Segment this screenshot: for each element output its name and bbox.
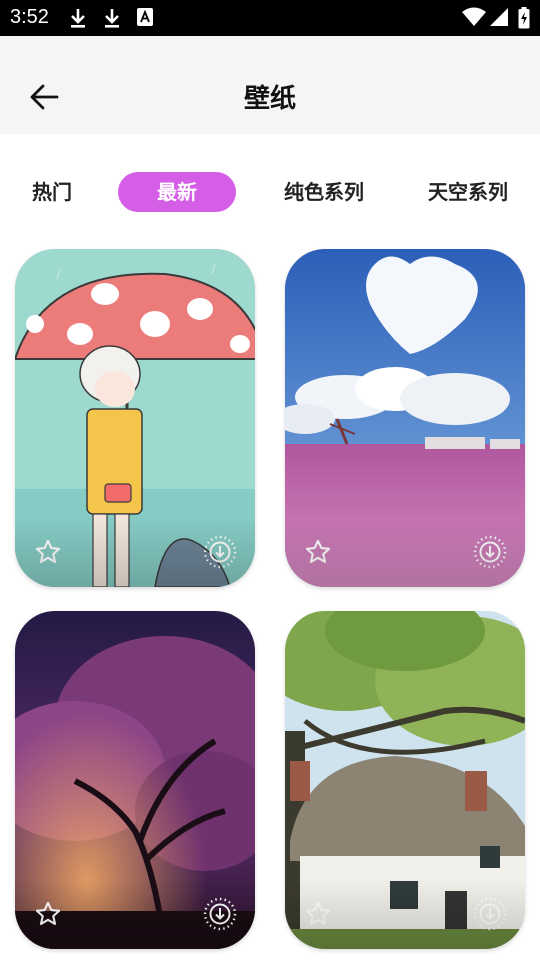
apply-wallpaper-button[interactable] [203, 897, 237, 931]
tab-solid-colors[interactable]: 纯色系列 [272, 172, 376, 212]
status-bar: 3:52 [0, 0, 540, 36]
wallpaper-card[interactable] [15, 249, 255, 587]
wallpaper-card[interactable] [285, 611, 525, 949]
tab-sky[interactable]: 天空系列 [416, 172, 520, 212]
apply-wallpaper-button[interactable] [203, 535, 237, 569]
star-outline-icon [35, 539, 61, 563]
star-outline-icon [305, 901, 331, 925]
page-title: 壁纸 [243, 84, 296, 114]
apply-wallpaper-icon [203, 535, 237, 569]
tab-latest[interactable]: 最新 [118, 172, 236, 212]
status-time: 3:52 [10, 6, 49, 28]
battery-charging-icon [518, 7, 530, 33]
apply-wallpaper-icon [203, 897, 237, 931]
star-outline-icon [305, 539, 331, 563]
favorite-button[interactable] [301, 535, 335, 569]
font-a-icon [136, 7, 154, 31]
tab-hot[interactable]: 热门 [20, 172, 84, 212]
wallpaper-card[interactable] [285, 249, 525, 587]
apply-wallpaper-icon [473, 897, 507, 931]
signal-icon [490, 7, 510, 31]
wallpaper-card[interactable] [15, 611, 255, 949]
category-tabs: 热门 最新 纯色系列 天空系列 [0, 172, 540, 212]
star-outline-icon [35, 901, 61, 925]
apply-wallpaper-button[interactable] [473, 897, 507, 931]
favorite-button[interactable] [31, 897, 65, 931]
apply-wallpaper-button[interactable] [473, 535, 507, 569]
apply-wallpaper-icon [473, 535, 507, 569]
wifi-icon [462, 7, 486, 31]
download-icon [68, 7, 88, 33]
download-icon [102, 7, 122, 33]
favorite-button[interactable] [301, 897, 335, 931]
favorite-button[interactable] [31, 535, 65, 569]
